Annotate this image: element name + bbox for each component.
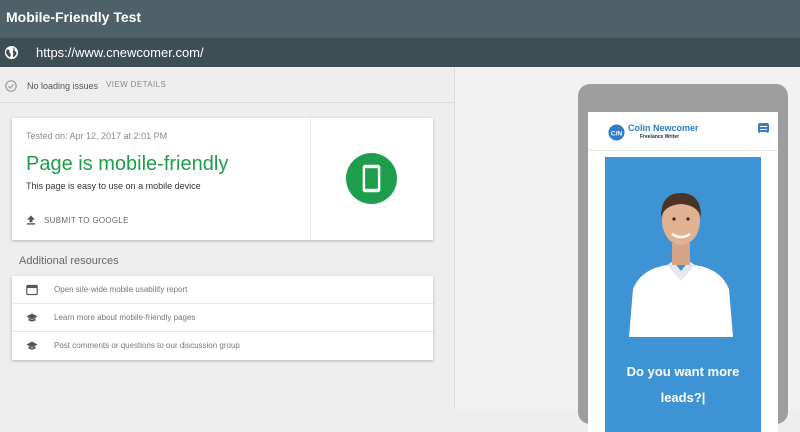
site-logo-icon: C/N xyxy=(608,124,625,141)
url-input[interactable] xyxy=(30,42,462,62)
results-pane: No loading issues VIEW DETAILS Tested on… xyxy=(0,67,455,409)
card-divider xyxy=(310,118,311,240)
site-header: C/N Colin Newcomer Freelance Writer xyxy=(588,112,778,151)
globe-icon xyxy=(4,45,19,60)
verdict-description: This page is easy to use on a mobile dev… xyxy=(26,181,201,191)
additional-resources-heading: Additional resources xyxy=(19,255,119,267)
graduation-cap-icon xyxy=(26,313,38,322)
hero-heading: Do you want more leads?| xyxy=(626,364,740,405)
site-tagline: Freelance Writer xyxy=(640,134,680,140)
hamburger-menu-icon[interactable] xyxy=(758,123,769,133)
url-bar xyxy=(0,38,800,67)
phone-frame: C/N Colin Newcomer Freelance Writer Do y… xyxy=(578,84,788,432)
resource-item-label: Learn more about mobile-friendly pages xyxy=(54,313,196,322)
phone-screen[interactable]: C/N Colin Newcomer Freelance Writer Do y… xyxy=(588,112,778,432)
resource-item-label: Post comments or questions to our discus… xyxy=(54,341,240,350)
portrait-image xyxy=(629,193,733,337)
resource-item-learn-more[interactable]: Learn more about mobile-friendly pages xyxy=(12,303,433,332)
verdict-heading: Page is mobile-friendly xyxy=(26,153,229,175)
site-logo-text: C/N xyxy=(611,130,623,137)
submit-to-google-label: SUBMIT TO GOOGLE xyxy=(44,215,129,225)
app-title: Mobile-Friendly Test xyxy=(6,9,142,25)
loading-status-text: No loading issues xyxy=(27,81,99,91)
resource-item-discussion-group[interactable]: Post comments or questions to our discus… xyxy=(12,331,433,360)
browser-window-icon xyxy=(26,284,38,296)
graduation-cap-icon xyxy=(26,341,38,350)
hero-section: Do you want more leads?| xyxy=(605,157,761,432)
check-circle-icon xyxy=(5,80,17,92)
result-card: Tested on: Apr 12, 2017 at 2:01 PM Page … xyxy=(12,118,433,240)
site-name: Colin Newcomer xyxy=(628,123,699,133)
loading-status-row: No loading issues VIEW DETAILS xyxy=(0,67,454,103)
tested-on-timestamp: Tested on: Apr 12, 2017 at 2:01 PM xyxy=(26,131,168,141)
upload-icon xyxy=(27,215,35,225)
smartphone-icon xyxy=(346,153,397,204)
view-details-link[interactable]: VIEW DETAILS xyxy=(106,80,166,89)
resource-item-usability-report[interactable]: Open site-wide mobile usability report xyxy=(12,276,433,304)
top-app-bar: Mobile-Friendly Test xyxy=(0,0,800,38)
resource-item-label: Open site-wide mobile usability report xyxy=(54,285,188,294)
preview-pane: C/N Colin Newcomer Freelance Writer Do y… xyxy=(455,67,800,432)
resources-list: Open site-wide mobile usability report L… xyxy=(12,276,433,360)
submit-to-google-button[interactable]: SUBMIT TO GOOGLE xyxy=(26,213,129,227)
